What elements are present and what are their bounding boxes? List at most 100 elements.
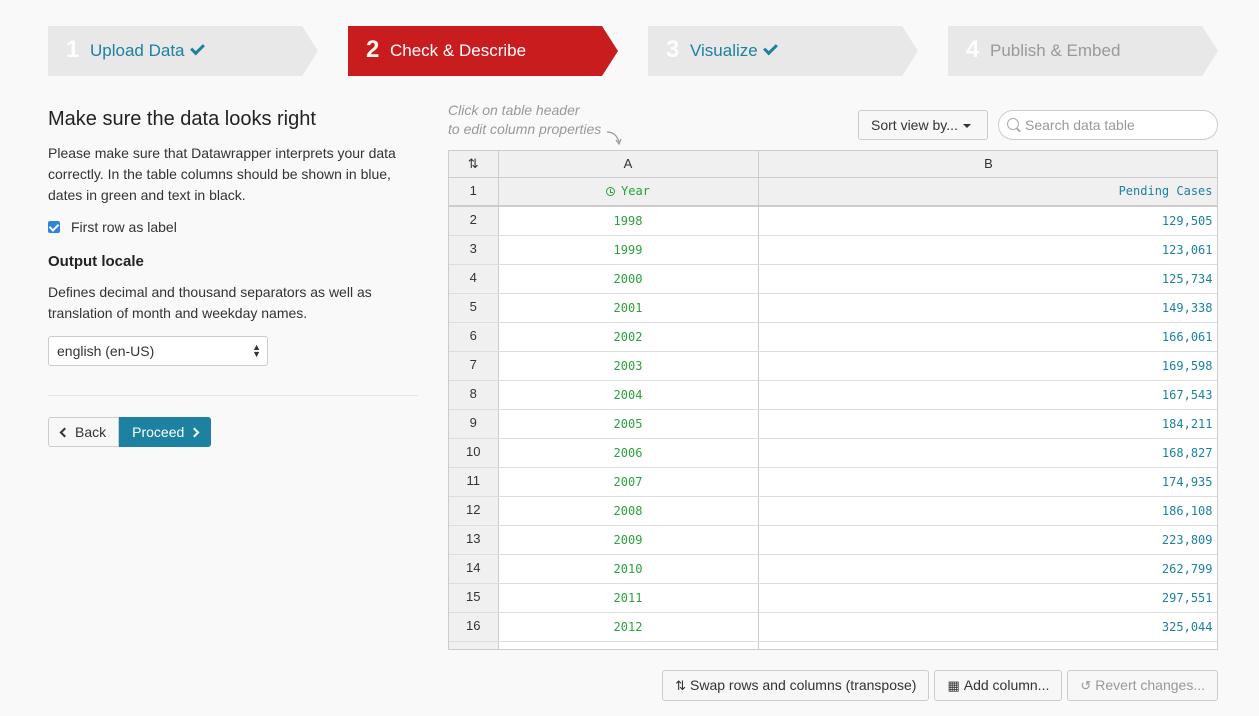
steps-nav: 1 Upload Data 2 Check & Describe 3 Visua… <box>48 26 1218 76</box>
revert-changes-button[interactable]: ↺ Revert changes... <box>1067 670 1218 701</box>
sort-view-dropdown[interactable]: Sort view by... <box>858 110 988 140</box>
proceed-button[interactable]: Proceed <box>119 417 212 447</box>
table-row: 14 2010 262,799 <box>449 554 1217 584</box>
row-index: 11 <box>449 467 499 497</box>
cell-pending-cases[interactable]: 125,734 <box>758 264 1217 294</box>
first-row-label-text: First row as label <box>71 219 177 235</box>
search-icon <box>1007 118 1019 130</box>
column-label-year-text: Year <box>621 184 650 199</box>
cell-pending-cases[interactable]: 166,061 <box>758 322 1217 352</box>
add-column-button-label: Add column... <box>963 677 1050 693</box>
cell-year[interactable]: 2004 <box>498 380 759 410</box>
row-index: 10 <box>449 438 499 468</box>
step-number: 4 <box>966 36 980 63</box>
chevron-left-icon <box>59 427 70 437</box>
page-title: Make sure the data looks right <box>48 108 316 130</box>
step-label: Publish & Embed <box>990 41 1121 60</box>
table-row: 2 1998 129,505 <box>449 206 1217 236</box>
cell-pending-cases[interactable]: 184,211 <box>758 409 1217 439</box>
first-row-label-checkbox[interactable] <box>48 221 60 233</box>
cell-year[interactable]: 1999 <box>498 235 759 265</box>
cell-year[interactable]: 2007 <box>498 467 759 497</box>
row-index: 1 <box>449 177 499 207</box>
add-column-button[interactable]: ▦ Add column... <box>934 670 1063 701</box>
left-panel: Make sure the data looks right Please ma… <box>48 108 418 366</box>
table-row: 3 1999 123,061 <box>449 235 1217 265</box>
row-index: 2 <box>449 206 499 236</box>
cell-pending-cases[interactable]: 262,799 <box>758 554 1217 584</box>
column-hint: Click on table header to edit column pro… <box>448 101 601 139</box>
chevron-right-icon <box>189 427 200 437</box>
curved-arrow-icon <box>606 131 622 146</box>
back-button[interactable]: Back <box>48 417 120 447</box>
table-row: 11 2007 174,935 <box>449 467 1217 497</box>
caret-down-icon <box>962 124 971 128</box>
table-row: 9 2005 184,211 <box>449 409 1217 439</box>
table-row: 13 2009 223,809 <box>449 525 1217 555</box>
transpose-corner-icon[interactable]: ⇅ <box>449 151 499 178</box>
row-index: 14 <box>449 554 499 584</box>
column-label-pending-cases[interactable]: Pending Cases <box>758 177 1217 207</box>
row-index: 17 <box>449 641 499 649</box>
column-header-b[interactable]: B <box>758 151 1217 178</box>
cell-pending-cases[interactable]: 129,505 <box>758 206 1217 236</box>
cell-year[interactable]: 2005 <box>498 409 759 439</box>
hint-line-2: to edit column properties <box>448 121 602 137</box>
cell-pending-cases[interactable]: 167,543 <box>758 380 1217 410</box>
cell-pending-cases[interactable]: 297,551 <box>758 583 1217 613</box>
column-label-year[interactable]: Year <box>498 177 759 207</box>
step-number: 3 <box>666 36 680 63</box>
row-index: 9 <box>449 409 499 439</box>
table-row: 7 2003 169,598 <box>449 351 1217 381</box>
column-header-a[interactable]: A <box>498 151 759 178</box>
intro-description: Please make sure that Datawrapper interp… <box>48 145 396 203</box>
cell-pending-cases[interactable]: 186,108 <box>758 496 1217 526</box>
output-locale-description: Defines decimal and thousand separators … <box>48 284 372 321</box>
cell-year[interactable]: 2011 <box>498 583 759 613</box>
cell-year[interactable] <box>498 641 759 649</box>
data-table: ⇅ A B 1 Year Pending Cases 2 1998 129,505 3… <box>448 150 1218 650</box>
row-index: 8 <box>449 380 499 410</box>
check-icon <box>189 40 205 56</box>
locale-select[interactable]: english (en-US) ▲ ▼ <box>48 336 268 366</box>
row-index: 7 <box>449 351 499 381</box>
cell-year[interactable]: 2009 <box>498 525 759 555</box>
row-index: 12 <box>449 496 499 526</box>
table-row: 5 2001 149,338 <box>449 293 1217 323</box>
cell-pending-cases[interactable]: 149,338 <box>758 293 1217 323</box>
cell-pending-cases[interactable]: 223,809 <box>758 525 1217 555</box>
divider <box>48 395 418 396</box>
transpose-button[interactable]: ⇅ Swap rows and columns (transpose) <box>662 670 930 701</box>
cell-pending-cases[interactable]: 123,061 <box>758 235 1217 265</box>
search-input[interactable] <box>1025 116 1210 134</box>
first-row-label-option[interactable]: First row as label <box>48 217 418 237</box>
cell-year[interactable]: 2012 <box>498 612 759 642</box>
cell-year[interactable]: 2001 <box>498 293 759 323</box>
cell-year[interactable]: 2003 <box>498 351 759 381</box>
table-row: 10 2006 168,827 <box>449 438 1217 468</box>
row-index: 5 <box>449 293 499 323</box>
cell-pending-cases[interactable]: 169,598 <box>758 351 1217 381</box>
search-box[interactable] <box>998 110 1218 140</box>
output-locale-title: Output locale <box>48 253 144 270</box>
sort-view-label: Sort view by... <box>871 117 958 133</box>
revert-changes-button-label: Revert changes... <box>1095 677 1205 693</box>
cell-year[interactable]: 2002 <box>498 322 759 352</box>
table-row: 8 2004 167,543 <box>449 380 1217 410</box>
cell-pending-cases[interactable]: 325,044 <box>758 612 1217 642</box>
cell-year[interactable]: 1998 <box>498 206 759 236</box>
cell-year[interactable]: 2000 <box>498 264 759 294</box>
undo-icon: ↺ <box>1080 678 1092 693</box>
table-row: 6 2002 166,061 <box>449 322 1217 352</box>
row-index: 3 <box>449 235 499 265</box>
cell-year[interactable]: 2008 <box>498 496 759 526</box>
row-index: 4 <box>449 264 499 294</box>
cell-year[interactable]: 2006 <box>498 438 759 468</box>
step-label: Check & Describe <box>390 41 527 60</box>
cell-year[interactable]: 2010 <box>498 554 759 584</box>
back-button-label: Back <box>75 424 107 440</box>
cell-pending-cases[interactable]: 168,827 <box>758 438 1217 468</box>
cell-pending-cases[interactable] <box>758 641 1217 649</box>
cell-pending-cases[interactable]: 174,935 <box>758 467 1217 497</box>
table-row: 16 2012 325,044 <box>449 612 1217 642</box>
